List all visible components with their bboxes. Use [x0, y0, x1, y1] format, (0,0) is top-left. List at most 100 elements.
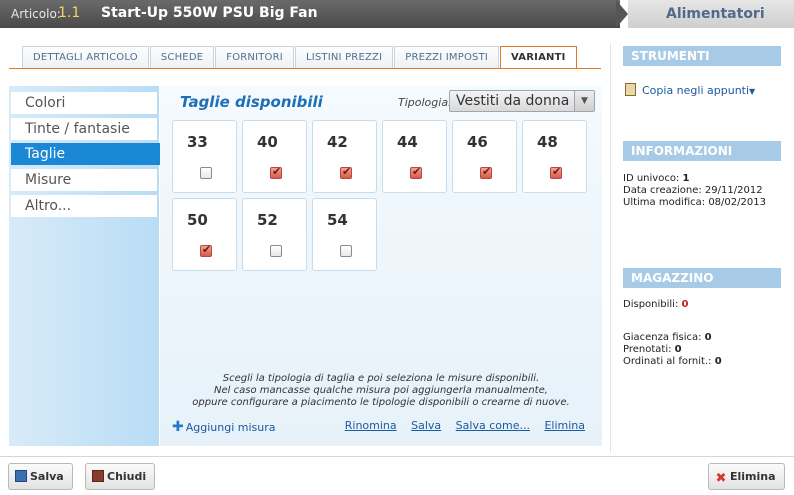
- delete-button-label: Elimina: [730, 470, 776, 483]
- copy-clipboard-link[interactable]: Copia negli appunti▼: [625, 83, 755, 97]
- info-block: ID univoco: 1 Data creazione: 29/11/2012…: [623, 173, 766, 209]
- tab-listini-prezzi[interactable]: LISTINI PREZZI: [294, 46, 394, 68]
- booked-value: 0: [674, 344, 682, 355]
- tab-varianti[interactable]: VARIANTI: [500, 46, 577, 68]
- right-panel: STRUMENTI Copia negli appunti▼ INFORMAZI…: [610, 43, 794, 453]
- category-altro[interactable]: Altro...: [11, 195, 157, 217]
- size-card: 50: [172, 198, 237, 271]
- article-number: 1.1: [58, 5, 81, 21]
- size-card: 40: [242, 120, 307, 193]
- category-colori[interactable]: Colori: [11, 92, 157, 114]
- tipologia-select[interactable]: Vestiti da donna ▼: [449, 90, 595, 112]
- size-card: 52: [242, 198, 307, 271]
- magazzino-header: MAGAZZINO: [623, 268, 781, 288]
- category-panel: Colori Tinte / fantasie Taglie Misure Al…: [9, 86, 179, 446]
- created-value: 29/11/2012: [704, 185, 763, 196]
- ordered-value: 0: [714, 356, 722, 367]
- section-title[interactable]: Alimentatori: [666, 6, 765, 22]
- save-button[interactable]: Salva: [8, 463, 73, 490]
- close-door-icon: [92, 470, 104, 482]
- informazioni-header: INFORMAZIONI: [623, 141, 781, 161]
- category-misure[interactable]: Misure: [11, 169, 157, 191]
- chevron-down-icon[interactable]: ▼: [574, 91, 594, 111]
- help-text: Scegli la tipologia di taglia e poi sele…: [160, 373, 602, 409]
- panel-title: Taglie disponibili: [180, 93, 323, 111]
- size-checkbox[interactable]: [200, 243, 212, 257]
- size-label: 48: [537, 133, 558, 151]
- tipologia-label: Tipologia:: [398, 96, 452, 109]
- header-arrow: [616, 0, 628, 28]
- available-label: Disponibili:: [623, 299, 679, 310]
- tab-fornitori[interactable]: FORNITORI: [215, 46, 294, 68]
- size-card: 54: [312, 198, 377, 271]
- booked-label: Prenotati:: [623, 344, 672, 355]
- tab-bar: DETTAGLI ARTICOLO SCHEDE FORNITORI LISTI…: [22, 46, 578, 68]
- stock-block: Giacenza fisica: 0 Prenotati: 0 Ordinati…: [623, 332, 722, 368]
- save-link[interactable]: Salva: [411, 419, 441, 432]
- size-label: 50: [187, 211, 208, 229]
- article-title: Start-Up 550W PSU Big Fan: [101, 5, 318, 21]
- sizes-panel: Taglie disponibili Tipologia: Vestiti da…: [160, 86, 602, 446]
- size-checkbox[interactable]: [270, 245, 282, 257]
- save-icon: [15, 470, 27, 482]
- stock-label: Giacenza fisica:: [623, 332, 702, 343]
- id-value: 1: [682, 173, 690, 184]
- size-checkbox[interactable]: [270, 165, 282, 179]
- dropdown-arrow-icon: ▼: [749, 87, 756, 96]
- ordered-label: Ordinati al fornit.:: [623, 356, 712, 367]
- tab-underline: [9, 68, 601, 69]
- article-label: Articolo:: [11, 7, 61, 21]
- created-label: Data creazione:: [623, 185, 702, 196]
- size-card: 46: [452, 120, 517, 193]
- id-label: ID univoco:: [623, 173, 680, 184]
- close-button[interactable]: Chiudi: [85, 463, 156, 490]
- available-line: Disponibili: 0: [623, 299, 688, 311]
- info-modified: Ultima modifica: 08/02/2013: [623, 197, 766, 209]
- modified-value: 08/02/2013: [708, 197, 766, 208]
- size-checkbox[interactable]: [480, 165, 492, 179]
- tipologia-value: Vestiti da donna: [456, 93, 570, 109]
- size-label: 44: [397, 133, 418, 151]
- tab-schede[interactable]: SCHEDE: [149, 46, 215, 68]
- category-tinte-fantasie[interactable]: Tinte / fantasie: [11, 118, 157, 140]
- size-card: 42: [312, 120, 377, 193]
- header-bar: Articolo: 1.1 Start-Up 550W PSU Big Fan …: [0, 0, 794, 28]
- copy-label: Copia negli appunti: [642, 84, 750, 97]
- stock-value: 0: [704, 332, 712, 343]
- add-size-label: Aggiungi misura: [185, 421, 276, 434]
- size-card: 44: [382, 120, 447, 193]
- size-label: 54: [327, 211, 348, 229]
- clipboard-icon: [625, 83, 636, 96]
- rename-link[interactable]: Rinomina: [345, 419, 397, 432]
- help-line: Nel caso mancasse qualche misura poi agg…: [214, 385, 548, 396]
- size-checkbox[interactable]: [410, 165, 422, 179]
- size-card: 48: [522, 120, 587, 193]
- help-line: Scegli la tipologia di taglia e poi sele…: [222, 373, 540, 384]
- size-checkbox[interactable]: [200, 167, 212, 179]
- strumenti-header: STRUMENTI: [623, 46, 781, 66]
- help-line: oppure configurare a piacimento le tipol…: [192, 397, 570, 408]
- size-checkbox[interactable]: [340, 165, 352, 179]
- size-label: 33: [187, 133, 208, 151]
- panel-actions: Rinomina Salva Salva come... Elimina: [334, 419, 585, 432]
- size-checkbox[interactable]: [340, 245, 352, 257]
- delete-icon: ✖: [715, 471, 727, 486]
- size-card: 33: [172, 120, 237, 193]
- info-id: ID univoco: 1: [623, 173, 766, 185]
- modified-label: Ultima modifica:: [623, 197, 706, 208]
- size-label: 40: [257, 133, 278, 151]
- save-as-link[interactable]: Salva come...: [456, 419, 530, 432]
- close-button-label: Chiudi: [107, 470, 147, 483]
- add-size-link[interactable]: ✚ Aggiungi misura: [172, 419, 276, 435]
- delete-button[interactable]: ✖ Elimina: [708, 463, 785, 490]
- category-taglie[interactable]: Taglie: [11, 143, 179, 165]
- info-created: Data creazione: 29/11/2012: [623, 185, 766, 197]
- available-value: 0: [681, 299, 689, 310]
- tab-prezzi-imposti[interactable]: PREZZI IMPOSTI: [394, 46, 500, 68]
- tab-dettagli-articolo[interactable]: DETTAGLI ARTICOLO: [22, 46, 149, 68]
- footer-divider: [0, 456, 794, 457]
- size-checkbox[interactable]: [550, 165, 562, 179]
- delete-link[interactable]: Elimina: [544, 419, 585, 432]
- size-label: 42: [327, 133, 348, 151]
- save-button-label: Salva: [30, 470, 64, 483]
